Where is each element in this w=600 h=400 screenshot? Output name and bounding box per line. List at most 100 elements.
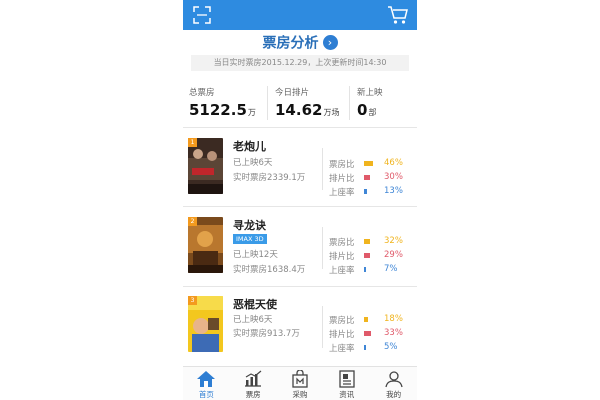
- movie-row[interactable]: 3 恶棍天使 已上映6天 实时票房913.7万 票房比 18% 排片比 33% …: [183, 296, 417, 368]
- stat-label: 总票房: [189, 88, 215, 98]
- stat-new-releases: 新上映 0部: [357, 80, 383, 124]
- schedule-ratio-row: 排片比 33%: [329, 328, 409, 340]
- page-title: 票房分析: [262, 35, 319, 52]
- cart-icon[interactable]: [387, 5, 409, 25]
- chart-icon: [245, 370, 262, 387]
- nav-label: 采购: [292, 390, 308, 399]
- stat-value: 0: [357, 101, 368, 119]
- nav-label: 首页: [198, 390, 214, 399]
- scan-icon[interactable]: [193, 6, 211, 24]
- ratio-label: 排片比: [329, 174, 355, 184]
- realtime-box-office: 实时票房1638.4万: [233, 265, 306, 275]
- schedule-ratio-bar: [364, 175, 370, 180]
- stat-unit: 部: [368, 108, 377, 117]
- ratio-label: 票房比: [329, 238, 355, 248]
- divider: [183, 206, 417, 207]
- news-icon: [339, 370, 355, 388]
- rank-badge: 2: [188, 217, 197, 226]
- movie-title[interactable]: 寻龙诀: [233, 217, 266, 233]
- box-ratio-value: 18%: [384, 314, 403, 324]
- nav-box-office[interactable]: 票房: [230, 367, 277, 400]
- nav-home[interactable]: 首页: [183, 367, 230, 400]
- stat-total-box-office: 总票房 5122.5万: [189, 80, 256, 124]
- box-ratio-bar: [364, 317, 368, 322]
- seat-ratio-value: 13%: [384, 186, 403, 196]
- ratio-label: 上座率: [329, 188, 355, 198]
- divider: [183, 127, 417, 128]
- ratio-label: 上座率: [329, 266, 355, 276]
- divider: [183, 286, 417, 287]
- movie-title[interactable]: 恶棍天使: [233, 296, 277, 312]
- movie-row[interactable]: 1 老炮儿 已上映6天 实时票房2339.1万 票房比 46% 排片比 30% …: [183, 138, 417, 210]
- schedule-ratio-row: 排片比 30%: [329, 172, 409, 184]
- divider: [322, 227, 323, 269]
- release-days: 已上映6天: [233, 315, 273, 325]
- nav-label: 资讯: [339, 390, 355, 399]
- seat-ratio-row: 上座率 13%: [329, 186, 409, 198]
- user-icon: [384, 371, 403, 388]
- divider: [322, 306, 323, 348]
- seat-ratio-row: 上座率 7%: [329, 264, 409, 276]
- format-badge: IMAX 3D: [233, 234, 267, 244]
- box-ratio-value: 32%: [384, 236, 403, 246]
- release-days: 已上映6天: [233, 158, 273, 168]
- box-ratio-bar: [364, 239, 370, 244]
- box-ratio-row: 票房比 32%: [329, 236, 409, 248]
- update-time-text: 当日实时票房2015.12.29，上次更新时间14:30: [191, 55, 409, 71]
- nav-purchase[interactable]: 采购: [277, 367, 324, 400]
- stat-value-wrap: 14.62万场: [275, 101, 339, 119]
- schedule-ratio-value: 33%: [384, 328, 403, 338]
- page-title-row[interactable]: 票房分析 ›: [183, 32, 417, 52]
- nav-label: 我的: [386, 390, 402, 399]
- stat-label: 新上映: [357, 88, 383, 98]
- nav-label: 票房: [245, 390, 261, 399]
- stat-label: 今日排片: [275, 88, 310, 98]
- divider: [322, 148, 323, 190]
- nav-news[interactable]: 资讯: [323, 367, 370, 400]
- ratio-label: 票房比: [329, 316, 355, 326]
- stat-unit: 万: [247, 108, 256, 117]
- rank-badge: 3: [188, 296, 197, 305]
- bag-icon: [292, 370, 308, 388]
- chevron-right-icon[interactable]: ›: [322, 35, 338, 50]
- bottom-nav: 首页 票房 采购 资讯 我的: [183, 366, 417, 400]
- top-bar: [183, 0, 417, 30]
- summary-stats: 总票房 5122.5万 今日排片 14.62万场 新上映 0部: [183, 80, 417, 124]
- stat-value: 14.62: [275, 101, 323, 119]
- movie-title[interactable]: 老炮儿: [233, 138, 266, 154]
- seat-ratio-value: 7%: [384, 264, 398, 274]
- stat-unit: 万场: [323, 108, 340, 117]
- seat-ratio-bar: [364, 345, 366, 350]
- schedule-ratio-bar: [364, 331, 371, 336]
- seat-ratio-bar: [364, 267, 366, 272]
- schedule-ratio-value: 29%: [384, 250, 403, 260]
- home-icon: [197, 371, 216, 387]
- nav-mine[interactable]: 我的: [370, 367, 417, 400]
- seat-ratio-bar: [364, 189, 367, 194]
- box-ratio-bar: [364, 161, 373, 166]
- divider: [349, 86, 350, 120]
- realtime-box-office: 实时票房2339.1万: [233, 173, 306, 183]
- seat-ratio-row: 上座率 5%: [329, 342, 409, 354]
- seat-ratio-value: 5%: [384, 342, 398, 352]
- schedule-ratio-row: 排片比 29%: [329, 250, 409, 262]
- stat-value-wrap: 0部: [357, 101, 383, 119]
- movie-row[interactable]: 2 寻龙诀 IMAX 3D 已上映12天 实时票房1638.4万 票房比 32%…: [183, 217, 417, 289]
- app-screen: 票房分析 › 当日实时票房2015.12.29，上次更新时间14:30 总票房 5…: [183, 0, 417, 400]
- stat-value: 5122.5: [189, 101, 247, 119]
- schedule-ratio-value: 30%: [384, 172, 403, 182]
- box-ratio-row: 票房比 46%: [329, 158, 409, 170]
- realtime-box-office: 实时票房913.7万: [233, 329, 300, 339]
- release-days: 已上映12天: [233, 250, 278, 260]
- box-ratio-row: 票房比 18%: [329, 314, 409, 326]
- stat-today-schedule: 今日排片 14.62万场: [275, 80, 339, 124]
- ratio-label: 排片比: [329, 252, 355, 262]
- box-ratio-value: 46%: [384, 158, 403, 168]
- ratio-label: 票房比: [329, 160, 355, 170]
- rank-badge: 1: [188, 138, 197, 147]
- ratio-label: 排片比: [329, 330, 355, 340]
- ratio-label: 上座率: [329, 344, 355, 354]
- divider: [267, 86, 268, 120]
- schedule-ratio-bar: [364, 253, 370, 258]
- stat-value-wrap: 5122.5万: [189, 101, 256, 119]
